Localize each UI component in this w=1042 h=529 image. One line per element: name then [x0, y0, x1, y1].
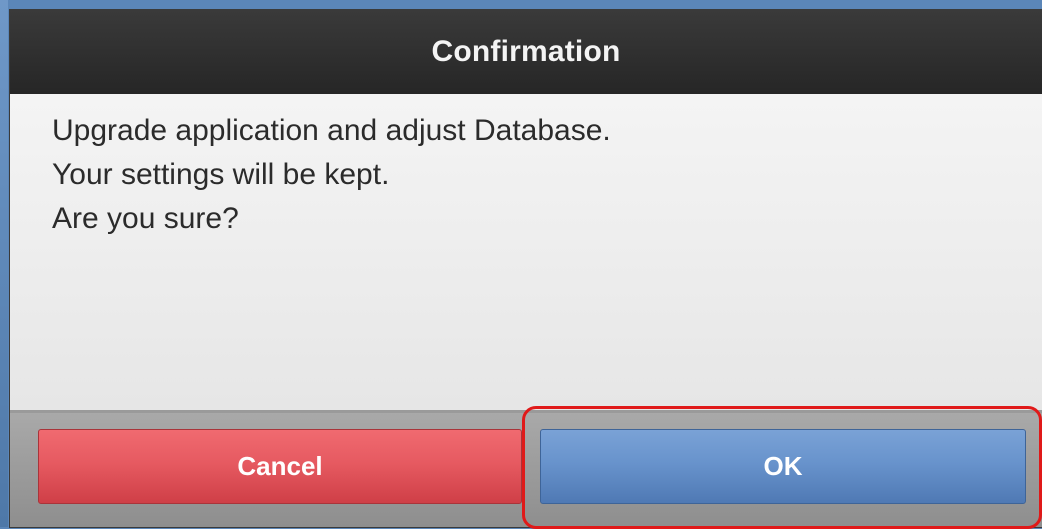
dialog-button-bar: Cancel OK: [10, 413, 1042, 527]
ok-button[interactable]: OK: [540, 429, 1026, 504]
message-line-2: Your settings will be kept.: [52, 158, 390, 191]
dialog-title: Confirmation: [431, 35, 621, 68]
background-frame-left: [0, 0, 8, 527]
confirmation-dialog: Confirmation Upgrade application and adj…: [10, 10, 1042, 529]
cancel-button[interactable]: Cancel: [38, 429, 522, 504]
background-frame-top: [0, 0, 1042, 10]
message-line-1: Upgrade application and adjust Database.: [52, 114, 611, 147]
message-line-3: Are you sure?: [52, 202, 239, 235]
dialog-message: Upgrade application and adjust Database.…: [52, 109, 611, 241]
cancel-button-label: Cancel: [237, 451, 323, 481]
dialog-title-bar: Confirmation: [10, 10, 1042, 94]
ok-button-label: OK: [763, 451, 803, 481]
